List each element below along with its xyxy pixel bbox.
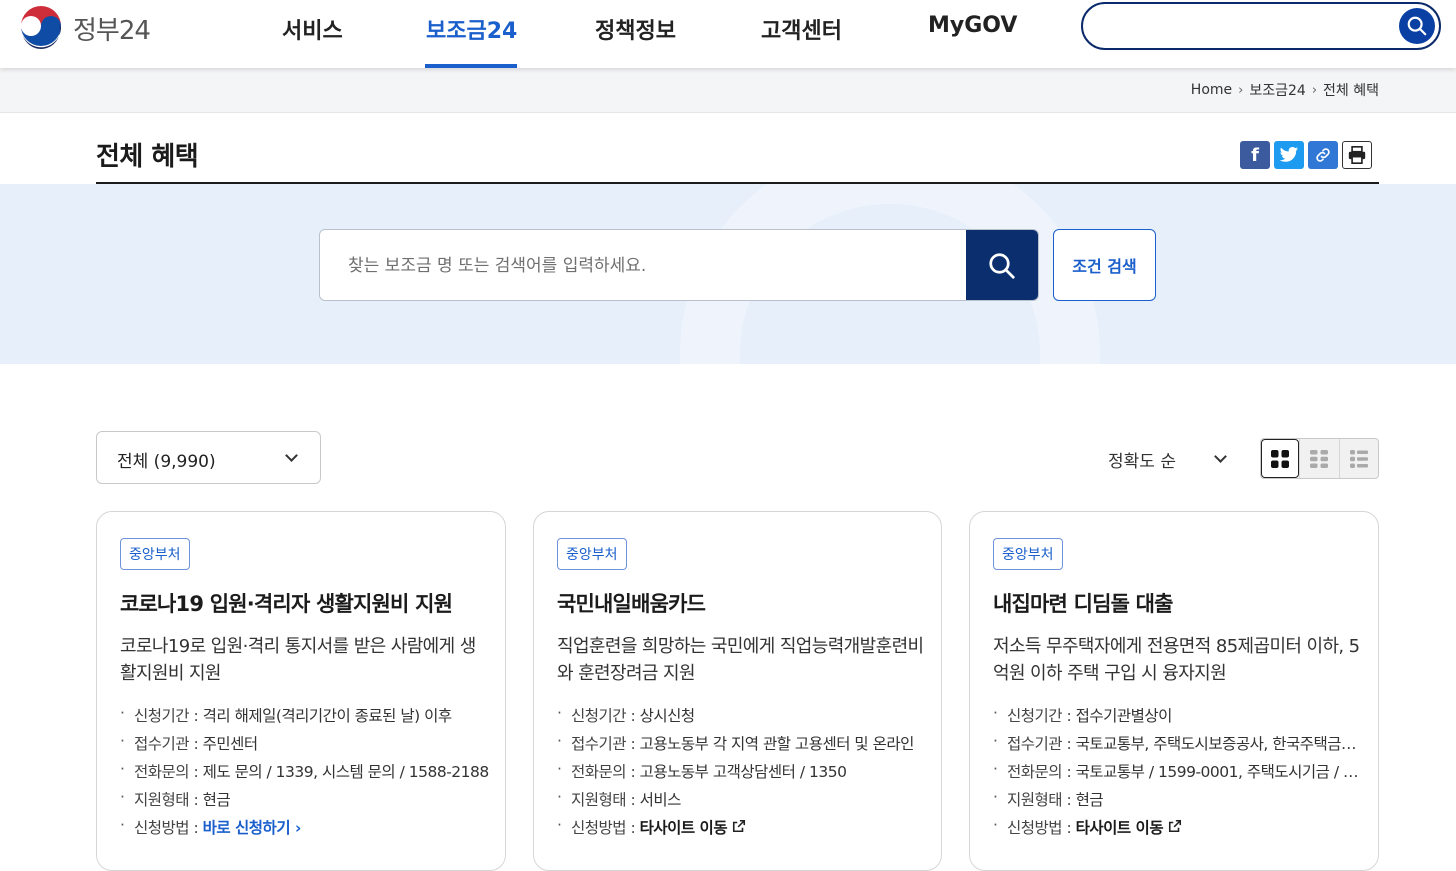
print-icon: [1348, 146, 1366, 164]
breadcrumb-subsidy24[interactable]: 보조금24: [1249, 80, 1305, 100]
copy-link-button[interactable]: [1308, 141, 1338, 169]
breadcrumb-home[interactable]: Home: [1191, 82, 1232, 98]
benefit-meta-list: 신청기간 : 접수기관별상이 접수기관 : 국토교통부, 주택도시보증공사, 한…: [993, 704, 1363, 844]
external-link-icon: [1168, 819, 1182, 833]
print-button[interactable]: [1342, 141, 1372, 169]
subsidy-search-button[interactable]: [966, 230, 1038, 300]
search-icon: [989, 253, 1015, 279]
category-select[interactable]: 전체 (9,990): [96, 431, 321, 484]
benefit-description: 저소득 무주택자에게 전용면적 85제곱미터 이하, 5억원 이하 주택 구입 …: [993, 636, 1360, 684]
external-site-link[interactable]: 타사이트 이동: [640, 819, 746, 837]
meta-phone-inquiry: 전화문의 : 고용노동부 고객상담센터 / 1350: [557, 760, 927, 788]
benefit-description: 코로나19로 입원·격리 통지서를 받은 사람에게 생활지원비 지원: [120, 636, 476, 684]
view-mode-toggle: [1260, 438, 1379, 479]
logo-text: 정부24: [73, 15, 151, 46]
chevron-down-icon: [285, 449, 298, 462]
benefit-title[interactable]: 국민내일배움카드: [557, 588, 706, 618]
list-icon: [1349, 449, 1368, 468]
grid-small-icon: [1310, 449, 1329, 468]
meta-support-type: 지원형태 : 서비스: [557, 788, 927, 816]
view-grid-small-button[interactable]: [1299, 439, 1338, 478]
meta-apply-method: 신청방법 : 타사이트 이동: [557, 816, 927, 844]
ministry-badge: 중앙부처: [993, 538, 1063, 570]
breadcrumb-bar: Home › 보조금24 › 전체 혜택: [0, 68, 1456, 113]
apply-now-link[interactable]: 바로 신청하기 ›: [203, 819, 302, 837]
condition-search-button[interactable]: 조건 검색: [1053, 229, 1156, 301]
benefit-title[interactable]: 코로나19 입원·격리자 생활지원비 지원: [120, 588, 453, 618]
benefit-title[interactable]: 내집마련 디딤돌 대출: [993, 588, 1174, 618]
chevron-down-icon: [1214, 450, 1227, 463]
link-icon: [1316, 148, 1330, 162]
ministry-badge: 중앙부처: [120, 538, 190, 570]
view-list-button[interactable]: [1338, 439, 1378, 478]
nav-item-policy-info[interactable]: 정책정보: [595, 13, 676, 45]
top-search-input[interactable]: [1099, 12, 1389, 40]
chevron-right-icon: ›: [1311, 82, 1318, 98]
breadcrumb-current: 전체 혜택: [1323, 83, 1379, 99]
meta-phone-inquiry: 전화문의 : 제도 문의 / 1339, 시스템 문의 / 1588-2188: [120, 760, 490, 788]
subsidy-search-box: [319, 229, 1039, 301]
chevron-right-icon: ›: [1238, 82, 1244, 98]
nav-item-mygov[interactable]: MyGOV: [928, 13, 1017, 38]
nav-item-subsidy24[interactable]: 보조금24: [426, 13, 517, 45]
benefit-card[interactable]: 중앙부처 국민내일배움카드 직업훈련을 희망하는 국민에게 직업능력개발훈련비와…: [533, 511, 942, 871]
page-title: 전체 혜택: [96, 142, 199, 172]
view-grid-large-button[interactable]: [1261, 439, 1300, 478]
twitter-icon: [1279, 147, 1299, 162]
grid-large-icon: [1271, 449, 1290, 468]
gov24-logo[interactable]: 정부24: [17, 4, 151, 52]
meta-apply-method: 신청방법 : 바로 신청하기 ›: [120, 816, 490, 844]
subsidy-search-input[interactable]: [348, 252, 948, 280]
benefit-card[interactable]: 중앙부처 내집마련 디딤돌 대출 저소득 무주택자에게 전용면적 85제곱미터 …: [969, 511, 1379, 871]
search-icon: [1407, 16, 1427, 36]
ministry-badge: 중앙부처: [557, 538, 627, 570]
meta-reception-agency: 접수기관 : 주민센터: [120, 732, 490, 760]
category-select-value: 전체 (9,990): [117, 452, 216, 472]
breadcrumb: Home › 보조금24 › 전체 혜택: [1191, 80, 1379, 100]
external-link-icon: [732, 819, 746, 833]
meta-phone-inquiry: 전화문의 : 국토교통부 / 1599-0001, 주택도시기금 / 1566-…: [993, 760, 1363, 788]
benefit-description: 직업훈련을 희망하는 국민에게 직업능력개발훈련비와 훈련장려금 지원: [557, 636, 924, 684]
site-header: 정부24 서비스 보조금24 정책정보 고객센터 MyGOV: [0, 0, 1456, 68]
meta-support-type: 지원형태 : 현금: [120, 788, 490, 816]
meta-apply-method: 신청방법 : 타사이트 이동: [993, 816, 1363, 844]
meta-support-type: 지원형태 : 현금: [993, 788, 1363, 816]
hero-search-section: 조건 검색: [0, 184, 1456, 364]
top-search-button[interactable]: [1399, 8, 1435, 44]
benefit-meta-list: 신청기간 : 격리 해제일(격리기간이 종료된 날) 이후 접수기관 : 주민센…: [120, 704, 490, 844]
meta-apply-period: 신청기간 : 격리 해제일(격리기간이 종료된 날) 이후: [120, 704, 490, 732]
benefit-meta-list: 신청기간 : 상시신청 접수기관 : 고용노동부 각 지역 관할 고용센터 및 …: [557, 704, 927, 844]
meta-reception-agency: 접수기관 : 국토교통부, 주택도시보증공사, 한국주택금융공사: [993, 732, 1363, 760]
chevron-right-icon: ›: [295, 819, 301, 837]
facebook-icon: f: [1251, 144, 1259, 166]
meta-reception-agency: 접수기관 : 고용노동부 각 지역 관할 고용센터 및 온라인: [557, 732, 927, 760]
twitter-share-button[interactable]: [1274, 141, 1304, 169]
sort-select-value: 정확도 순: [1108, 452, 1176, 472]
external-site-link[interactable]: 타사이트 이동: [1076, 819, 1182, 837]
taegeuk-logo-icon: [19, 6, 63, 50]
meta-apply-period: 신청기간 : 상시신청: [557, 704, 927, 732]
share-buttons: f: [1240, 141, 1372, 169]
nav-active-indicator: [425, 64, 517, 68]
meta-apply-period: 신청기간 : 접수기관별상이: [993, 704, 1363, 732]
top-search-box: [1081, 2, 1441, 50]
nav-item-services[interactable]: 서비스: [282, 13, 343, 45]
facebook-share-button[interactable]: f: [1240, 141, 1270, 169]
benefit-card[interactable]: 중앙부처 코로나19 입원·격리자 생활지원비 지원 코로나19로 입원·격리 …: [96, 511, 506, 871]
nav-item-customer-center[interactable]: 고객센터: [761, 13, 842, 45]
